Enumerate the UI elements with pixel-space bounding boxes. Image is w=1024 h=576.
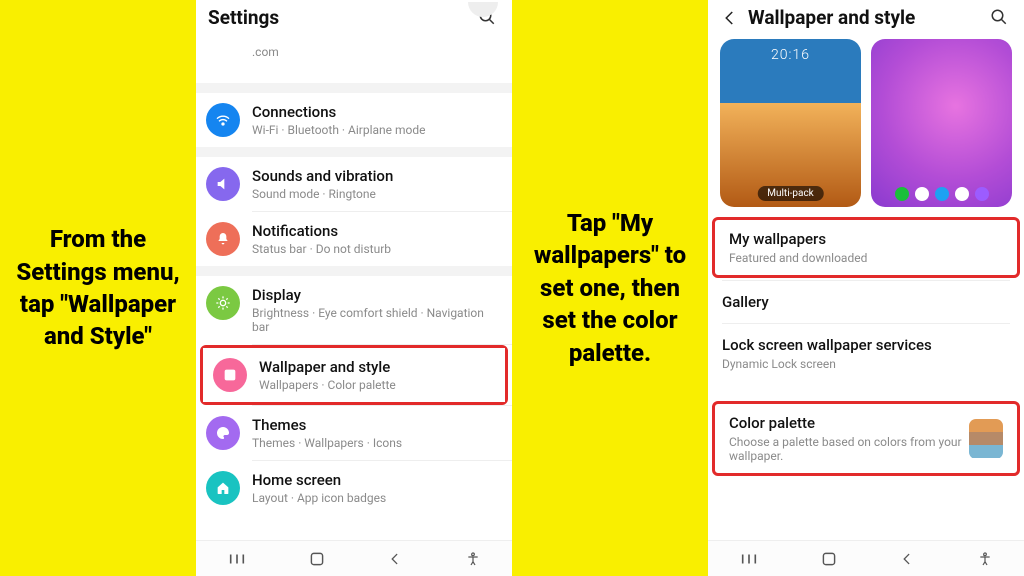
item-title: Lock screen wallpaper services: [722, 336, 1010, 354]
wifi-icon: [206, 103, 240, 137]
wallpaper-icon: [213, 358, 247, 392]
setting-sub: Sound mode · Ringtone: [252, 187, 498, 201]
accessibility-button[interactable]: [977, 551, 993, 567]
thin-divider: [722, 280, 1010, 281]
section-divider: [196, 147, 512, 157]
truncated-text: .com: [252, 45, 498, 59]
item-lockscreen-services[interactable]: Lock screen wallpaper services Dynamic L…: [708, 326, 1024, 381]
navigation-bar: [196, 540, 512, 576]
accessibility-button[interactable]: [465, 551, 481, 567]
section-divider: [196, 266, 512, 276]
phone-settings: Settings .com Connections Wi-Fi · Blueto…: [196, 0, 512, 576]
setting-item-notifications[interactable]: Notifications Status bar · Do not distur…: [196, 212, 512, 266]
phone-wallpaper: Wallpaper and style 20:16 Multi-pack My …: [708, 0, 1024, 576]
caption-right-text: Tap "My wallpapers" to set one, then set…: [526, 207, 694, 369]
settings-title: Settings: [208, 6, 279, 29]
item-title: Gallery: [722, 293, 1010, 311]
item-sub: Choose a palette based on colors from yo…: [729, 435, 969, 463]
home-icon: [206, 471, 240, 505]
item-my-wallpapers[interactable]: My wallpapers Featured and downloaded: [715, 220, 1017, 275]
setting-sub: Wi-Fi · Bluetooth · Airplane mode: [252, 123, 498, 137]
setting-sub: Wallpapers · Color palette: [259, 378, 491, 392]
highlight-box-settings: Wallpaper and style Wallpapers · Color p…: [200, 345, 508, 405]
app-icon: [975, 187, 989, 201]
setting-title: Themes: [252, 416, 498, 434]
setting-item-connections[interactable]: Connections Wi-Fi · Bluetooth · Airplane…: [196, 93, 512, 147]
highlight-box-colorpalette: Color palette Choose a palette based on …: [712, 401, 1020, 476]
back-button[interactable]: [900, 552, 914, 566]
setting-title: Sounds and vibration: [252, 167, 498, 185]
palette-icon: [206, 416, 240, 450]
setting-title: Display: [252, 286, 498, 304]
setting-title: Wallpaper and style: [259, 358, 491, 376]
setting-title: Notifications: [252, 222, 498, 240]
app-icon: [955, 187, 969, 201]
setting-sub: Themes · Wallpapers · Icons: [252, 436, 498, 450]
setting-sub: Status bar · Do not disturb: [252, 242, 498, 256]
home-button[interactable]: [309, 551, 325, 567]
setting-item-homescreen[interactable]: Home screen Layout · App icon badges: [196, 461, 512, 515]
app-icon: [935, 187, 949, 201]
item-title: Color palette: [729, 414, 969, 432]
caption-right: Tap "My wallpapers" to set one, then set…: [512, 0, 708, 576]
recent-apps-button[interactable]: [740, 552, 758, 566]
spacer-icon: [206, 43, 240, 77]
item-title: My wallpapers: [729, 230, 1003, 248]
section-divider: [196, 83, 512, 93]
palette-swatch-icon: [969, 419, 1003, 459]
multipack-badge: Multi-pack: [757, 186, 824, 201]
preview-app-row: [871, 187, 1012, 201]
home-button[interactable]: [821, 551, 837, 567]
spacer: [708, 381, 1024, 401]
wallpaper-title: Wallpaper and style: [748, 6, 915, 29]
back-icon[interactable]: [720, 8, 740, 28]
wallpaper-preview-homescreen[interactable]: [871, 39, 1012, 207]
item-gallery[interactable]: Gallery: [708, 283, 1024, 321]
app-icon: [895, 187, 909, 201]
setting-item-account-truncated[interactable]: .com: [196, 39, 512, 83]
display-icon: [206, 286, 240, 320]
setting-sub: Layout · App icon badges: [252, 491, 498, 505]
highlight-box-mywallpapers: My wallpapers Featured and downloaded: [712, 217, 1020, 278]
settings-list: .com Connections Wi-Fi · Bluetooth · Air…: [196, 39, 512, 515]
bell-icon: [206, 222, 240, 256]
wallpaper-previews: 20:16 Multi-pack: [708, 39, 1024, 217]
setting-sub: Brightness · Eye comfort shield · Naviga…: [252, 306, 498, 334]
setting-item-sounds[interactable]: Sounds and vibration Sound mode · Ringto…: [196, 157, 512, 211]
recent-apps-button[interactable]: [228, 552, 246, 566]
back-button[interactable]: [388, 552, 402, 566]
setting-title: Connections: [252, 103, 498, 121]
navigation-bar: [708, 540, 1024, 576]
preview-clock: 20:16: [720, 47, 861, 63]
wallpaper-header: Wallpaper and style: [708, 0, 1024, 39]
setting-item-wallpaper[interactable]: Wallpaper and style Wallpapers · Color p…: [203, 348, 505, 402]
setting-item-display[interactable]: Display Brightness · Eye comfort shield …: [196, 276, 512, 344]
caption-left: From the Settings menu, tap "Wallpaper a…: [0, 0, 196, 576]
setting-item-themes[interactable]: Themes Themes · Wallpapers · Icons: [196, 406, 512, 460]
settings-header: Settings: [196, 0, 512, 39]
caption-left-text: From the Settings menu, tap "Wallpaper a…: [14, 223, 182, 353]
item-sub: Featured and downloaded: [729, 251, 1003, 265]
setting-title: Home screen: [252, 471, 498, 489]
app-icon: [915, 187, 929, 201]
item-color-palette[interactable]: Color palette Choose a palette based on …: [715, 404, 1017, 473]
search-icon[interactable]: [990, 8, 1008, 26]
item-sub: Dynamic Lock screen: [722, 357, 1010, 371]
wallpaper-preview-lockscreen[interactable]: 20:16 Multi-pack: [720, 39, 861, 207]
sound-icon: [206, 167, 240, 201]
thin-divider: [722, 323, 1010, 324]
